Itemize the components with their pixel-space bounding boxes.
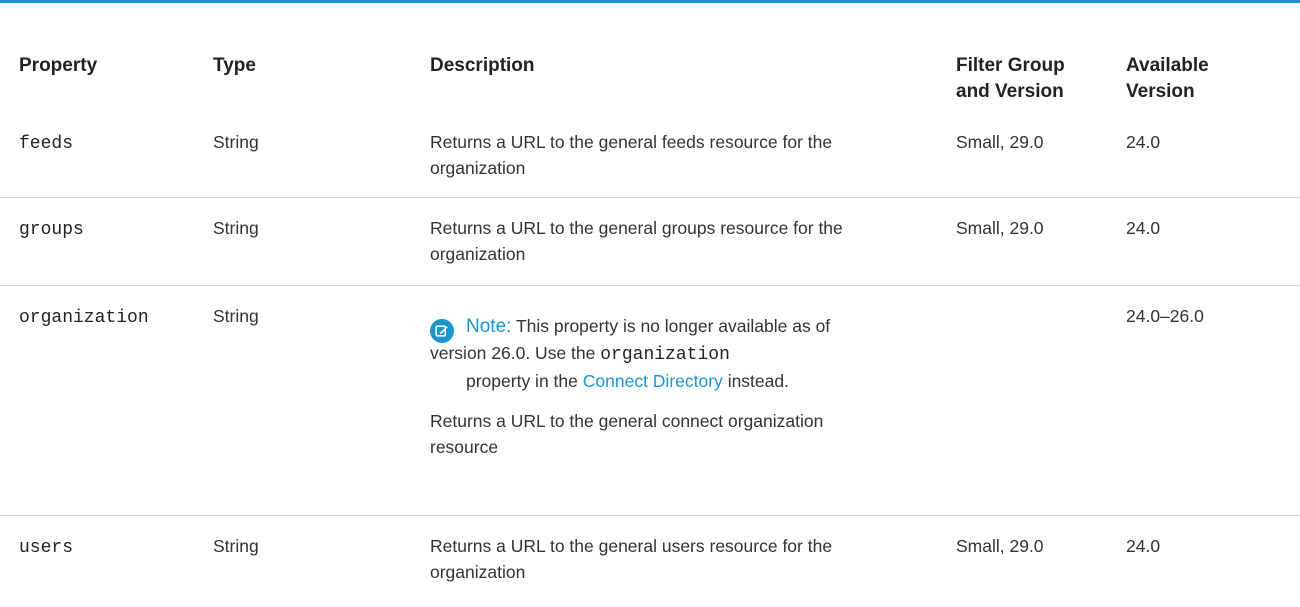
cell-property: users [0, 515, 213, 603]
header-type: Type [213, 55, 256, 76]
header-filter-line2: and Version [956, 81, 1064, 102]
cell-filter-group: Small, 29.0 [956, 515, 1126, 603]
cell-description: Returns a URL to the general feeds resou… [430, 111, 956, 198]
description-line: Returns a URL to the general connect org… [430, 411, 824, 431]
table-row: feeds String Returns a URL to the genera… [0, 111, 1300, 198]
header-available-line1: Available [1126, 55, 1209, 76]
header-row: Property Type Description Filter Group a… [0, 3, 1300, 111]
cell-type: String [213, 515, 430, 603]
note-line-2: version 26.0. Use the organization [430, 340, 956, 368]
header-filter-line1: Filter Group [956, 55, 1065, 76]
property-name: groups [19, 220, 84, 240]
cell-filter-group: Small, 29.0 [956, 132, 1044, 152]
header-available-version: Available Version [1126, 3, 1300, 111]
edit-note-icon-glyph [435, 325, 448, 337]
property-name: users [19, 538, 74, 558]
cell-property: feeds [0, 111, 213, 198]
table-row: groups String Returns a URL to the gener… [0, 197, 1300, 286]
cell-available-version: 24.0 [1126, 515, 1300, 603]
note-line-1: Note: This property is no longer availab… [466, 313, 956, 340]
header-available-line2: Version [1126, 81, 1195, 102]
description-line: organization [430, 244, 526, 264]
note-line-3: property in the Connect Directory instea… [466, 368, 956, 394]
cell-description: Returns a URL to the general groups reso… [430, 197, 956, 286]
cell-available-version: 24.0–26.0 [1126, 285, 1300, 516]
table-row: organization String Note: This property … [0, 285, 1300, 516]
note-body: Note: This property is no longer availab… [430, 313, 956, 394]
description-line: organization [430, 158, 526, 178]
table-row: users String Returns a URL to the genera… [0, 515, 1300, 603]
note-text-4: instead. [727, 371, 789, 391]
cell-type: String [213, 132, 259, 152]
properties-table: Property Type Description Filter Group a… [0, 3, 1300, 603]
header-description: Description [430, 55, 535, 76]
note-text-1: This property is no longer available as … [515, 316, 831, 336]
cell-type: String [213, 197, 430, 286]
cell-property: groups [0, 197, 213, 286]
cell-type: String [213, 285, 430, 516]
note-text-2: version 26.0. Use the [430, 343, 596, 363]
organization-description: Returns a URL to the general connect org… [430, 408, 956, 460]
description-line: organization [430, 562, 526, 582]
cell-description: Note: This property is no longer availab… [430, 285, 956, 516]
description-line: Returns a URL to the general feeds resou… [430, 132, 833, 152]
cell-filter-group: Small, 29.0 [956, 197, 1126, 286]
cell-property: organization [0, 285, 213, 516]
description-line: Returns a URL to the general users resou… [430, 536, 833, 556]
note-title: Note: [466, 316, 512, 337]
description-line: resource [430, 437, 499, 457]
connect-directory-link[interactable]: Connect Directory [583, 371, 723, 391]
property-name: organization [19, 308, 149, 328]
cell-description: Returns a URL to the general users resou… [430, 515, 956, 603]
description-line: Returns a URL to the general groups reso… [430, 218, 843, 238]
note-code: organization [600, 345, 730, 365]
cell-available-version: 24.0 [1126, 197, 1300, 286]
cell-available-version: 24.0 [1126, 132, 1161, 152]
cell-filter-group [956, 285, 1126, 516]
header-property: Property [19, 55, 98, 76]
header-filter-group: Filter Group and Version [956, 3, 1126, 111]
property-name: feeds [19, 134, 74, 154]
deprecation-note: Note: This property is no longer availab… [430, 313, 956, 394]
note-text-3: property in the [466, 371, 578, 391]
